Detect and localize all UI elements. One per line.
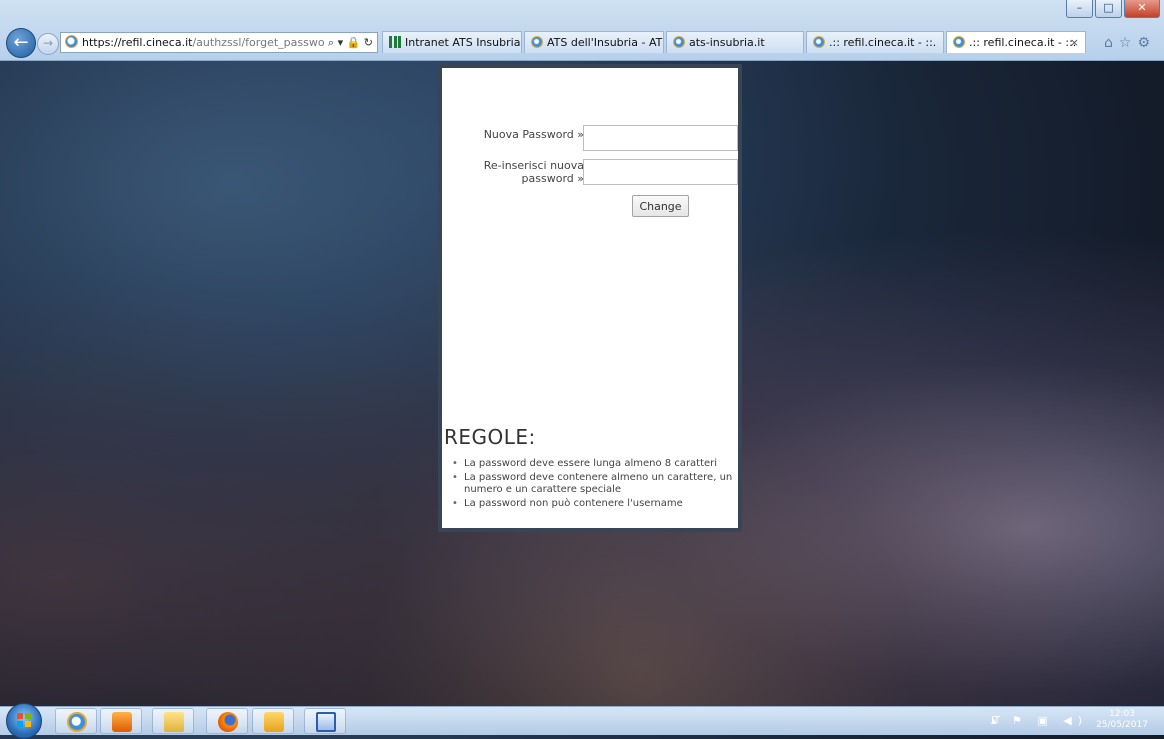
taskbar: IT ▴ ⚑ ▣ ◀) 12:03 25/05/2017 [0,703,1164,739]
taskbar-internet-explorer[interactable] [55,708,97,734]
clock[interactable]: 12:03 25/05/2017 [1092,709,1152,731]
rule-item: La password deve essere lunga almeno 8 c… [452,458,734,471]
clock-date: 25/05/2017 [1096,720,1148,730]
new-password-input[interactable] [583,125,738,151]
tray-icons[interactable]: ▴ ⚑ ▣ ◀) [991,714,1088,727]
change-button[interactable]: Change [632,195,689,217]
browser-right-icons[interactable]: ⌂☆⚙ [1104,35,1156,51]
tab-label: .:: refil.cineca.it - ::. [829,36,937,49]
outlook-icon [264,712,284,732]
window-controls: – □ ✕ [1066,0,1160,18]
address-bar[interactable]: https://refil.cineca.it/authzssl/forget_… [60,32,378,53]
tab-strip: Intranet ATS Insubria ATS dell'Insubria … [382,31,1088,55]
rule-item: La password deve contenere almeno un car… [452,472,734,497]
password-panel: Nuova Password » Re-inserisci nuova pass… [442,68,738,528]
browser-toolbar: – □ ✕ ← → https://refil.cineca.it/authzs… [0,0,1164,61]
forward-arrow-icon[interactable]: → [37,33,59,55]
address-tools[interactable]: ⌕ ▾ 🔒 ↻ [323,33,377,52]
taskbar-explorer[interactable] [152,708,194,734]
taskbar-outlook[interactable] [252,708,294,734]
tab-label: ats-insubria.it [689,36,765,49]
taskbar-firefox[interactable] [206,708,248,734]
url-host: https://refil.cineca.it [82,36,193,49]
reenter-password-label-line2: password » [521,172,584,185]
ie-icon [813,36,825,48]
media-player-icon [112,712,132,732]
minimize-button[interactable]: – [1066,0,1093,18]
tab-label: .:: refil.cineca.it - ::. [969,36,1077,49]
folder-icon [164,712,184,732]
clock-time: 12:03 [1109,709,1135,719]
tab-ats-insubria[interactable]: ATS dell'Insubria - ATS d... [524,31,664,53]
reenter-password-input[interactable] [583,159,738,185]
ie-icon [953,36,965,48]
back-arrow-icon[interactable]: ← [6,28,36,58]
tab-label: ATS dell'Insubria - ATS d... [547,36,663,49]
ats-logo-icon [389,36,401,48]
reenter-password-label-line1: Re-inserisci nuova [483,159,584,172]
tab-label: Intranet ATS Insubria [405,36,521,49]
word-icon [316,712,336,732]
close-button[interactable]: ✕ [1124,0,1160,18]
tab-refil-cineca-active[interactable]: .:: refil.cineca.it - ::. × [946,31,1086,53]
rule-item: La password non può contenere l'username [452,498,734,511]
ie-icon [673,36,685,48]
ie-icon [67,712,87,732]
tab-intranet-ats[interactable]: Intranet ATS Insubria [382,31,522,53]
tab-refil-cineca[interactable]: .:: refil.cineca.it - ::. [806,31,944,53]
new-password-label: Nuova Password » [483,128,584,141]
maximize-button[interactable]: □ [1095,0,1122,18]
taskbar-media-player[interactable] [100,708,142,734]
tab-close-icon[interactable]: × [1070,32,1079,53]
ie-icon [531,36,543,48]
tab-ats-insubria-it[interactable]: ats-insubria.it [666,31,804,53]
taskbar-word[interactable] [304,708,346,734]
ie-icon [65,35,78,48]
rules-list: La password deve essere lunga almeno 8 c… [452,458,734,511]
firefox-icon [218,712,238,732]
navigation-row: ← → https://refil.cineca.it/authzssl/for… [0,28,1164,58]
rules-title: REGOLE: [444,425,536,449]
